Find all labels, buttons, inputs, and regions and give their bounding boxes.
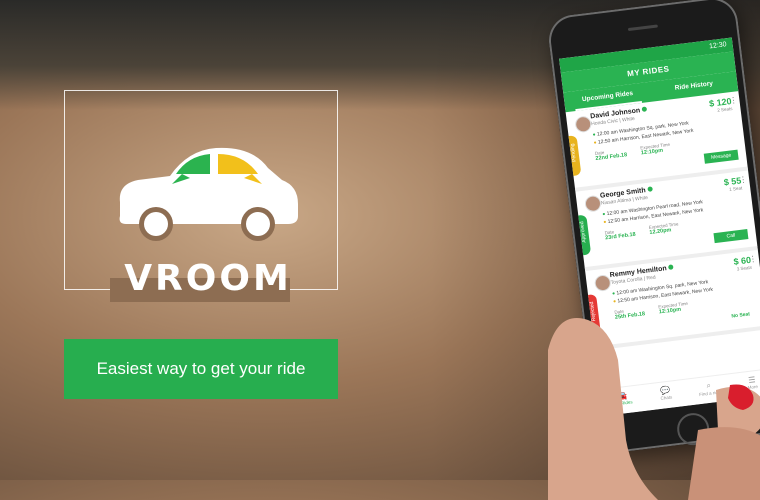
seats: 2 Seats — [716, 105, 733, 113]
status-label: Approved — [579, 221, 588, 244]
verified-icon — [647, 186, 653, 192]
more-options-icon[interactable]: ⋮ — [729, 95, 738, 105]
status-ribbon: Approved — [576, 214, 592, 256]
more-options-icon[interactable]: ⋮ — [748, 254, 757, 264]
avatar — [584, 194, 602, 213]
status-ribbon: Pending — [566, 135, 582, 177]
cta-button[interactable]: Easiest way to get your ride — [64, 339, 338, 399]
avatar — [574, 115, 593, 134]
message-button[interactable]: Message — [703, 149, 739, 164]
verified-icon — [641, 106, 648, 112]
status-label: Pending — [569, 143, 578, 163]
call-button[interactable]: Call — [713, 229, 749, 244]
phone-speaker — [627, 24, 658, 32]
hand-illustration — [548, 318, 760, 500]
seats: 1 Seat — [728, 185, 743, 192]
car-logo-icon — [119, 147, 298, 241]
status-time: 12:30 — [708, 41, 728, 51]
more-options-icon[interactable]: ⋮ — [739, 175, 748, 185]
brand-name: VROOM — [124, 258, 292, 299]
